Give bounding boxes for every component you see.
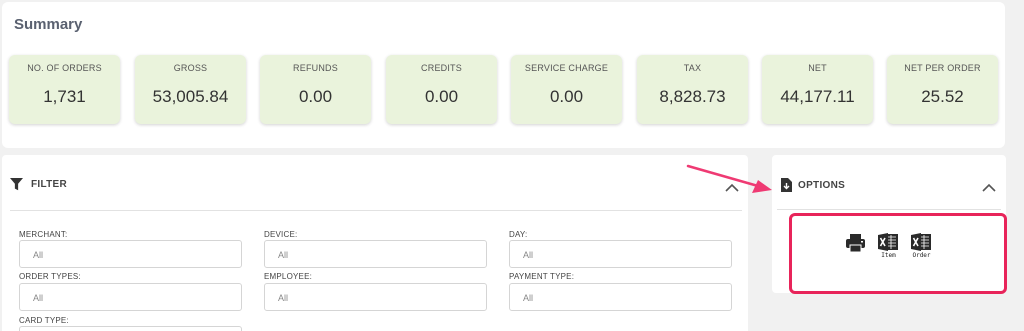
stat-label: NET bbox=[808, 63, 827, 73]
order-types-select[interactable]: All bbox=[19, 283, 242, 311]
options-header[interactable]: OPTIONS bbox=[781, 178, 845, 192]
stat-value: 8,828.73 bbox=[659, 87, 726, 106]
filter-title: FILTER bbox=[31, 179, 68, 190]
options-title: OPTIONS bbox=[798, 179, 846, 191]
stat-card-credits: CREDITS 0.00 bbox=[386, 55, 497, 124]
stat-label: SERVICE CHARGE bbox=[524, 63, 609, 73]
filter-divider bbox=[10, 210, 742, 211]
stat-card-orders: NO. OF ORDERS 1,731 bbox=[9, 55, 120, 124]
stat-card-net: NET 44,177.11 bbox=[762, 55, 873, 124]
card-type-select[interactable] bbox=[19, 326, 242, 331]
stat-value: 0.00 bbox=[549, 87, 584, 106]
stat-card-gross: GROSS 53,005.84 bbox=[135, 55, 246, 124]
filter-header[interactable]: FILTER bbox=[10, 178, 67, 191]
order-types-label: ORDER TYPES: bbox=[19, 272, 81, 281]
stat-label: NO. OF ORDERS bbox=[27, 63, 102, 73]
download-file-icon bbox=[781, 178, 792, 192]
annotation-arrow-icon bbox=[686, 164, 772, 193]
stat-label: CREDITS bbox=[421, 63, 462, 73]
merchant-select[interactable]: All bbox=[19, 240, 242, 268]
stat-value: 53,005.84 bbox=[152, 87, 229, 106]
stat-card-service-charge: SERVICE CHARGE 0.00 bbox=[511, 55, 622, 124]
stat-label: NET PER ORDER bbox=[904, 63, 981, 73]
device-label: DEVICE: bbox=[264, 230, 298, 239]
stat-label: GROSS bbox=[173, 63, 208, 73]
options-collapse-chevron-icon[interactable] bbox=[982, 183, 996, 193]
filter-icon bbox=[10, 178, 23, 191]
summary-title: Summary bbox=[14, 16, 83, 33]
stat-card-net-per-order: NET PER ORDER 25.52 bbox=[887, 55, 998, 124]
device-select[interactable]: All bbox=[264, 240, 487, 268]
stat-value: 1,731 bbox=[43, 87, 86, 106]
stat-value: 0.00 bbox=[298, 87, 333, 106]
employee-select[interactable]: All bbox=[264, 283, 487, 311]
stat-value: 44,177.11 bbox=[780, 87, 855, 106]
options-divider bbox=[777, 209, 1001, 210]
payment-type-select[interactable]: All bbox=[509, 283, 732, 311]
annotation-highlight-box bbox=[789, 213, 1007, 294]
employee-label: EMPLOYEE: bbox=[264, 272, 313, 281]
day-label: DAY: bbox=[509, 230, 528, 239]
stat-card-tax: TAX 8,828.73 bbox=[637, 55, 748, 124]
merchant-label: MERCHANT: bbox=[19, 230, 68, 239]
payment-type-label: PAYMENT TYPE: bbox=[509, 272, 575, 281]
card-type-label: CARD TYPE: bbox=[19, 316, 69, 325]
stat-card-refunds: REFUNDS 0.00 bbox=[260, 55, 371, 124]
stat-value: 0.00 bbox=[424, 87, 459, 106]
stat-label: REFUNDS bbox=[293, 63, 338, 73]
day-select[interactable]: All bbox=[509, 240, 732, 268]
stat-value: 25.52 bbox=[921, 87, 964, 106]
stat-label: TAX bbox=[683, 63, 702, 73]
